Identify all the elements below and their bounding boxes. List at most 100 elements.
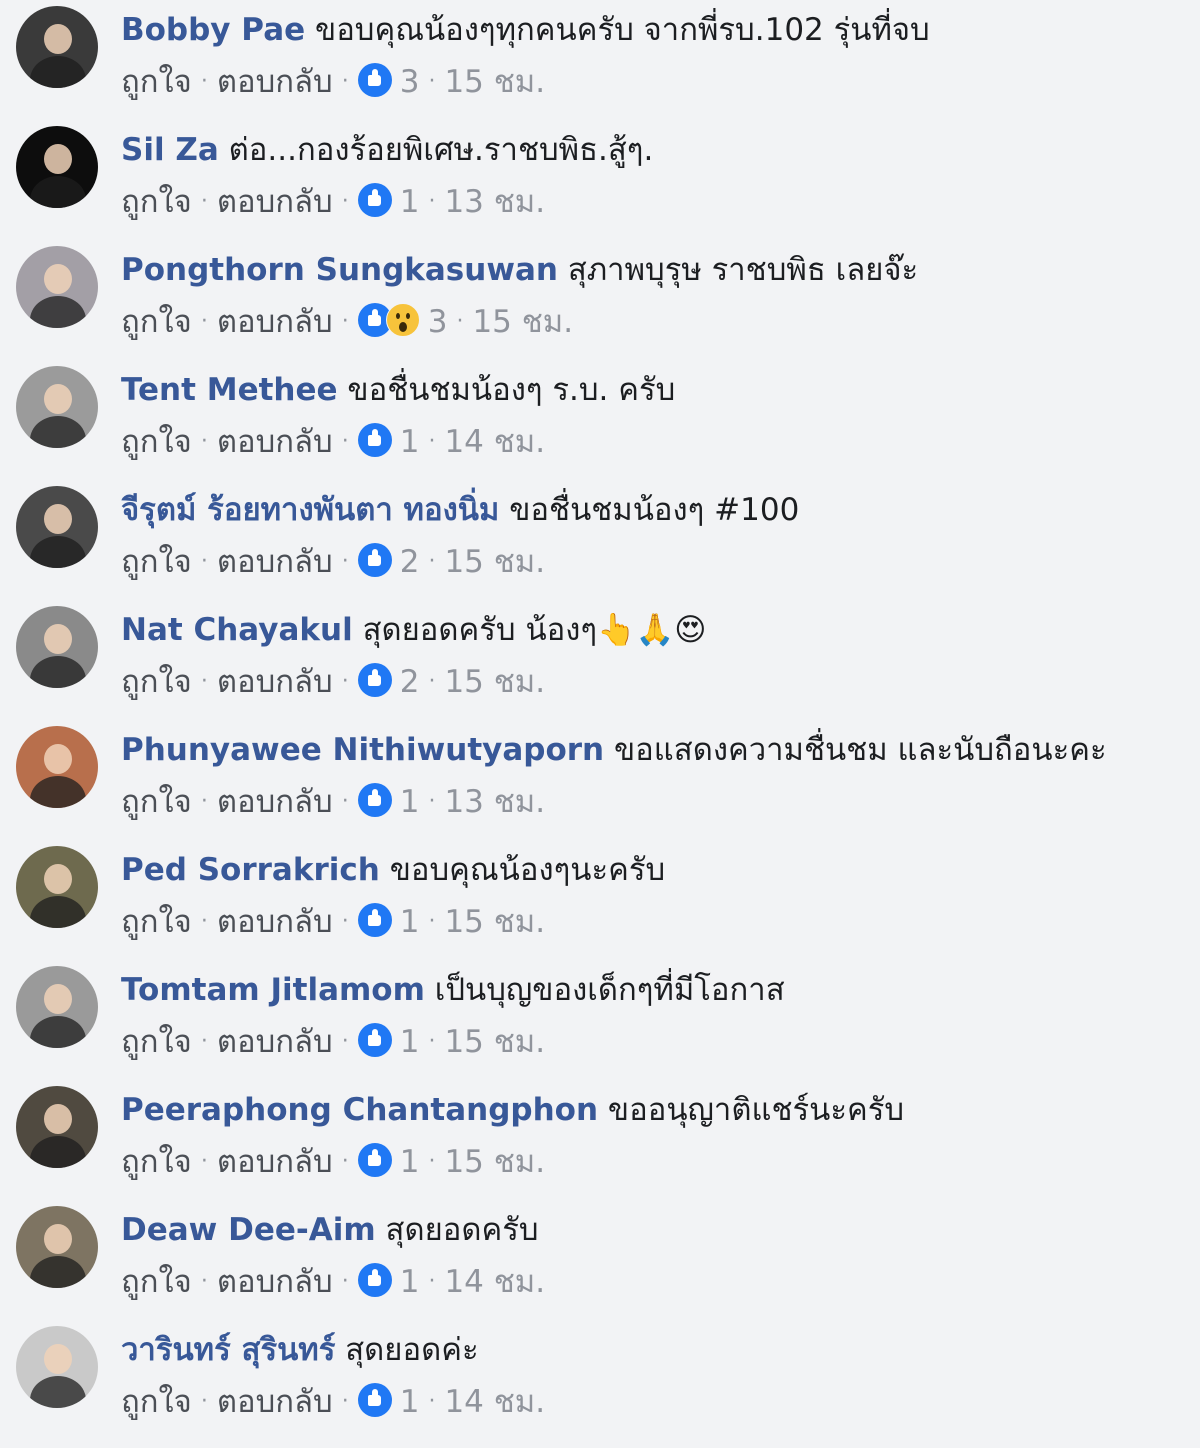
- reaction-count[interactable]: 3: [400, 64, 420, 100]
- like-icon[interactable]: [357, 1263, 392, 1297]
- like-icon[interactable]: [357, 1383, 392, 1417]
- avatar[interactable]: [16, 6, 98, 88]
- reply-button[interactable]: ตอบกลับ: [217, 784, 333, 820]
- separator-dot: ·: [341, 789, 349, 814]
- comment-meta: ถูกใจ · ตอบกลับ · 2 · 15 ชม.: [121, 542, 545, 582]
- separator-dot: ·: [200, 69, 208, 94]
- comment-timestamp[interactable]: 14 ชม.: [444, 424, 545, 460]
- author-name[interactable]: วารินทร์ สุรินทร์: [121, 1332, 335, 1368]
- avatar[interactable]: [16, 606, 98, 688]
- like-icon[interactable]: [357, 1023, 392, 1057]
- like-icon[interactable]: [357, 63, 392, 97]
- reaction-count[interactable]: 1: [400, 1144, 420, 1180]
- reply-button[interactable]: ตอบกลับ: [217, 1144, 333, 1180]
- comment-timestamp[interactable]: 14 ชม.: [444, 1264, 545, 1300]
- reply-button[interactable]: ตอบกลับ: [217, 424, 333, 460]
- comment-text: สุดยอดค่ะ: [345, 1332, 479, 1368]
- like-button[interactable]: ถูกใจ: [121, 784, 192, 820]
- reply-button[interactable]: ตอบกลับ: [217, 184, 333, 220]
- separator-dot: ·: [428, 789, 436, 814]
- reply-button[interactable]: ตอบกลับ: [217, 904, 333, 940]
- reaction-count[interactable]: 1: [400, 424, 420, 460]
- comment-timestamp[interactable]: 15 ชม.: [444, 904, 545, 940]
- comment-timestamp[interactable]: 14 ชม.: [444, 1384, 545, 1420]
- reaction-count[interactable]: 1: [400, 1384, 420, 1420]
- author-name[interactable]: Deaw Dee-Aim: [121, 1212, 376, 1248]
- comment-timestamp[interactable]: 15 ชม.: [444, 544, 545, 580]
- avatar[interactable]: [16, 1206, 98, 1288]
- separator-dot: ·: [428, 69, 436, 94]
- like-button[interactable]: ถูกใจ: [121, 544, 192, 580]
- reply-button[interactable]: ตอบกลับ: [217, 64, 333, 100]
- comment-timestamp[interactable]: 15 ชม.: [444, 1144, 545, 1180]
- like-button[interactable]: ถูกใจ: [121, 1024, 192, 1060]
- author-name[interactable]: จีรุตม์ ร้อยทางพันตา ทองนิ่ม: [121, 492, 499, 528]
- reply-button[interactable]: ตอบกลับ: [217, 544, 333, 580]
- separator-dot: ·: [200, 789, 208, 814]
- comment-meta: ถูกใจ · ตอบกลับ · 1 · 13 ชม.: [121, 782, 545, 822]
- separator-dot: ·: [341, 429, 349, 454]
- reply-button[interactable]: ตอบกลับ: [217, 1384, 333, 1420]
- avatar[interactable]: [16, 486, 98, 568]
- author-name[interactable]: Ped Sorrakrich: [121, 852, 380, 888]
- reaction-count[interactable]: 2: [400, 544, 420, 580]
- reaction-count[interactable]: 1: [400, 784, 420, 820]
- avatar[interactable]: [16, 246, 98, 328]
- comment-line: จีรุตม์ ร้อยทางพันตา ทองนิ่ม ขอชื่นชมน้อ…: [121, 490, 799, 530]
- author-name[interactable]: Nat Chayakul: [121, 612, 353, 648]
- like-button[interactable]: ถูกใจ: [121, 664, 192, 700]
- comment-timestamp[interactable]: 15 ชม.: [444, 64, 545, 100]
- like-icon[interactable]: [357, 423, 392, 457]
- avatar[interactable]: [16, 1086, 98, 1168]
- like-icon[interactable]: [357, 663, 392, 697]
- comment-timestamp[interactable]: 13 ชม.: [444, 184, 545, 220]
- like-icon[interactable]: [357, 903, 392, 937]
- reaction-count[interactable]: 1: [400, 1264, 420, 1300]
- reaction-count[interactable]: 3: [428, 304, 448, 340]
- comment-timestamp[interactable]: 15 ชม.: [444, 1024, 545, 1060]
- reaction-count[interactable]: 1: [400, 904, 420, 940]
- comment-meta: ถูกใจ · ตอบกลับ · 1 · 15 ชม.: [121, 1142, 545, 1182]
- avatar[interactable]: [16, 966, 98, 1048]
- like-icon[interactable]: [357, 543, 392, 577]
- author-name[interactable]: Peeraphong Chantangphon: [121, 1092, 598, 1128]
- reaction-count[interactable]: 1: [400, 1024, 420, 1060]
- like-button[interactable]: ถูกใจ: [121, 64, 192, 100]
- reaction-count[interactable]: 1: [400, 184, 420, 220]
- reply-button[interactable]: ตอบกลับ: [217, 664, 333, 700]
- author-name[interactable]: Phunyawee Nithiwutyaporn: [121, 732, 604, 768]
- reaction-count[interactable]: 2: [400, 664, 420, 700]
- reply-button[interactable]: ตอบกลับ: [217, 1024, 333, 1060]
- avatar[interactable]: [16, 1326, 98, 1408]
- comment-text: สุดยอดครับ: [385, 1212, 539, 1248]
- reply-button[interactable]: ตอบกลับ: [217, 1264, 333, 1300]
- comment-line: Deaw Dee-Aim สุดยอดครับ: [121, 1210, 539, 1250]
- comment-item: Phunyawee Nithiwutyaporn ขอแสดงความชื่นช…: [0, 720, 1200, 840]
- like-button[interactable]: ถูกใจ: [121, 1384, 192, 1420]
- separator-dot: ·: [200, 309, 208, 334]
- author-name[interactable]: Tent Methee: [121, 372, 338, 408]
- like-button[interactable]: ถูกใจ: [121, 184, 192, 220]
- like-button[interactable]: ถูกใจ: [121, 1144, 192, 1180]
- comment-timestamp[interactable]: 15 ชม.: [444, 664, 545, 700]
- like-icon[interactable]: [357, 183, 392, 217]
- author-name[interactable]: Pongthorn Sungkasuwan: [121, 252, 558, 288]
- comment-timestamp[interactable]: 13 ชม.: [444, 784, 545, 820]
- like-icon[interactable]: [357, 783, 392, 817]
- author-name[interactable]: Sil Za: [121, 132, 219, 168]
- author-name[interactable]: Tomtam Jitlamom: [121, 972, 425, 1008]
- author-name[interactable]: Bobby Pae: [121, 12, 305, 48]
- comment-timestamp[interactable]: 15 ชม.: [472, 304, 573, 340]
- like-icon[interactable]: [357, 1143, 392, 1177]
- like-button[interactable]: ถูกใจ: [121, 904, 192, 940]
- wow-icon[interactable]: [385, 303, 420, 337]
- like-button[interactable]: ถูกใจ: [121, 304, 192, 340]
- avatar[interactable]: [16, 126, 98, 208]
- avatar[interactable]: [16, 366, 98, 448]
- like-button[interactable]: ถูกใจ: [121, 424, 192, 460]
- like-button[interactable]: ถูกใจ: [121, 1264, 192, 1300]
- reply-button[interactable]: ตอบกลับ: [217, 304, 333, 340]
- avatar[interactable]: [16, 726, 98, 808]
- avatar[interactable]: [16, 846, 98, 928]
- comment-item: Tent Methee ขอชื่นชมน้องๆ ร.บ. ครับ ถูกใจ…: [0, 360, 1200, 480]
